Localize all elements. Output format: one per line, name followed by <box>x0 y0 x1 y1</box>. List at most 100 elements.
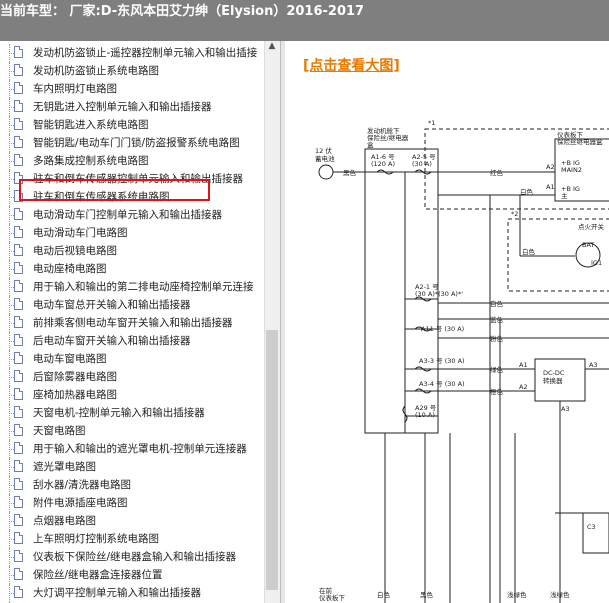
fuse-a34: A3-4 号 (30 A) <box>419 380 465 388</box>
fusebox-label-3: 盒 <box>367 140 374 149</box>
document-icon <box>14 532 23 544</box>
tree-item[interactable]: 点烟器电路图 <box>0 512 262 530</box>
document-icon <box>14 334 23 346</box>
tree-item-label: 发动机防盗锁止系统电路图 <box>33 65 159 77</box>
tree-item[interactable]: 多路集成控制系统电路图 <box>0 152 262 170</box>
document-icon <box>14 424 23 436</box>
wire-lightgreen-bottom: 浅绿色 <box>507 590 527 599</box>
tree-item-label: 用于输入和输出的第二排电动座椅控制单元连接 <box>33 281 254 293</box>
tree-item[interactable]: 仪表板下保险丝/继电器盒输入和输出插接器 <box>0 548 262 566</box>
tree-item[interactable]: 电动车窗电路图 <box>0 350 262 368</box>
document-icon <box>14 388 23 400</box>
wire-lightgreen-bottom-2: 浅绿色 <box>550 590 570 599</box>
fuse-a33: A3-3 号 (30 A) <box>419 357 465 365</box>
document-icon <box>14 244 23 256</box>
tree-item-label: 用于输入和输出的遮光罩电机-控制单元连接器 <box>33 443 247 455</box>
document-icon <box>14 46 23 58</box>
selection-highlight <box>19 179 210 201</box>
document-icon <box>14 568 23 580</box>
document-icon <box>14 100 23 112</box>
tree-item-label: 智能钥匙/电动车门门锁/防盗报警系统电路图 <box>33 137 240 149</box>
wire-white-label-2: 白色 <box>522 247 536 256</box>
title-bar: 当前车型： 厂家:D-东风本田艾力绅（Elysion）2016-2017 <box>0 0 609 41</box>
tree-item[interactable]: 电动座椅电路图 <box>0 260 262 278</box>
main2-2: MAIN2 <box>561 166 582 174</box>
pin-a3-bottom: A3 <box>561 405 570 413</box>
tree-item-label: 座椅加热器电路图 <box>33 389 117 401</box>
wire-orange-label: 橙色 <box>490 387 504 396</box>
tree-item-label: 电动滑动车门电路图 <box>33 227 128 239</box>
tree-item[interactable]: 智能钥匙进入系统电路图 <box>0 116 262 134</box>
fuse-a25-2: (30 A) <box>412 160 432 168</box>
wire-white-bottom: 白色 <box>377 590 391 599</box>
tree-item-label: 点烟器电路图 <box>33 515 96 527</box>
scrollbar-thumb[interactable] <box>266 330 278 590</box>
document-icon <box>14 82 23 94</box>
tree-item[interactable]: 大灯调平控制单元输入和输出插接器 <box>0 584 262 602</box>
tree-item-label: 电动车窗电路图 <box>33 353 107 365</box>
tree-view[interactable]: 发动机防盗锁止-遥控器控制单元输入和输出插接 发动机防盗锁止系统电路图车内照明灯电… <box>0 41 265 603</box>
wire-white-label: 白色 <box>520 187 534 196</box>
tree-item-label: 上车照明灯控制系统电路图 <box>33 533 159 545</box>
ig1-label: IG1 <box>591 259 602 267</box>
tree-item[interactable]: 附件电源插座电路图 <box>0 494 262 512</box>
document-icon <box>14 442 23 454</box>
tree-item[interactable]: 电动滑动车门电路图 <box>0 224 262 242</box>
tree-item[interactable]: 无钥匙进入控制单元输入和输出插接器 <box>0 98 262 116</box>
tree-item-label: 后电动车窗开关输入和输出插接器 <box>33 335 191 347</box>
document-icon <box>14 280 23 292</box>
tree-item-label: 电动座椅电路图 <box>33 263 107 275</box>
tree-item[interactable]: 座椅加热器电路图 <box>0 386 262 404</box>
wire-red-label: 红色 <box>490 168 504 177</box>
tree-item-label: 电动后视镜电路图 <box>33 245 117 257</box>
tree-item[interactable]: 发动机防盗锁止系统电路图 <box>0 62 262 80</box>
scroll-up-arrow-icon[interactable]: ▲ <box>267 41 277 51</box>
document-icon <box>14 496 23 508</box>
dcdc-2: 转换器 <box>543 376 563 385</box>
battery-label-2: 蓄电池 <box>315 154 335 163</box>
content-pane: [点击查看大图] 12 伏 蓄电池 发动机舱下 保险丝/继电器 盒 仪表板下 保… <box>285 41 609 603</box>
c3-connector-box <box>582 512 609 554</box>
tree-item[interactable]: 电动车窗总开关输入和输出插接器 <box>0 296 262 314</box>
window-title: 当前车型： 厂家:D-东风本田艾力绅（Elysion）2016-2017 <box>0 4 365 19</box>
tree-item[interactable]: 刮水器/清洗器电路图 <box>0 476 262 494</box>
tree-item[interactable]: 后电动车窗开关输入和输出插接器 <box>0 332 262 350</box>
tree-item-label: 天窗电机-控制单元输入和输出插接器 <box>33 407 205 419</box>
document-icon <box>14 406 23 418</box>
note-2: *2 <box>511 210 518 218</box>
tree-item[interactable]: 前排乘客侧电动车窗开关输入和输出插接器 <box>0 314 262 332</box>
tree-item[interactable]: 用于输入和输出的第二排电动座椅控制单元连接 <box>0 278 262 296</box>
tree-item-label: 智能钥匙进入系统电路图 <box>33 119 149 131</box>
tree-item[interactable]: 发动机防盗锁止-遥控器控制单元输入和输出插接 <box>0 44 262 62</box>
pin-a2-dcdc: A2 <box>519 383 528 391</box>
tree-item[interactable]: 车内照明灯电路图 <box>0 80 262 98</box>
wire-black-label: 黑色 <box>343 168 357 177</box>
tree-item[interactable]: 用于输入和输出的遮光罩电机-控制单元连接器 <box>0 440 262 458</box>
fuse-a21-2: (30 A)*(30 A)*' <box>415 290 463 298</box>
dcdc-1: DC-DC <box>543 369 565 377</box>
document-icon <box>14 586 23 598</box>
tree-item[interactable]: 智能钥匙/电动车门门锁/防盗报警系统电路图 <box>0 134 262 152</box>
tree-item[interactable]: 电动滑动车门控制单元输入和输出插接器 <box>0 206 262 224</box>
document-icon <box>14 136 23 148</box>
document-icon <box>14 262 23 274</box>
tree-item-label: 多路集成控制系统电路图 <box>33 155 149 167</box>
tree-item[interactable]: 上车照明灯控制系统电路图 <box>0 530 262 548</box>
wire-white-label-3: 白色 <box>490 299 504 308</box>
tree-item-label: 后窗除雾器电路图 <box>33 371 117 383</box>
tree-item-label: 发动机防盗锁止-遥控器控制单元输入和输出插接 <box>33 47 258 59</box>
tree-item[interactable]: 天窗电路图 <box>0 422 262 440</box>
document-icon <box>14 118 23 130</box>
tree-item[interactable]: 后窗除雾器电路图 <box>0 368 262 386</box>
document-icon <box>14 514 23 526</box>
document-icon <box>14 460 23 472</box>
tree-item[interactable]: 天窗电机-控制单元输入和输出插接器 <box>0 404 262 422</box>
tree-item[interactable]: 保险丝/继电器盒连接器位置 <box>0 566 262 584</box>
document-icon <box>14 316 23 328</box>
tree-item-label: 天窗电路图 <box>33 425 86 437</box>
tree-item[interactable]: 遮光罩电路图 <box>0 458 262 476</box>
wire-pink-label: 粉色 <box>490 334 504 343</box>
wire-blue-label: 蓝色 <box>490 315 504 324</box>
bottom-label-2: 仪表板下 <box>319 593 346 602</box>
tree-item[interactable]: 电动后视镜电路图 <box>0 242 262 260</box>
